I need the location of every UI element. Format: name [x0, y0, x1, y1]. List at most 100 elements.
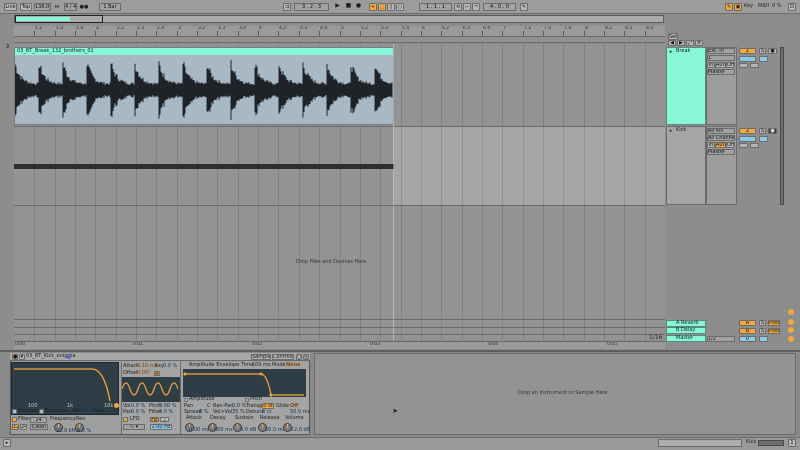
lfo-power-button[interactable]: [123, 417, 128, 422]
return-name-b[interactable]: B Delay: [676, 327, 695, 334]
volume-kick[interactable]: [739, 136, 756, 142]
return-solo-a[interactable]: S: [759, 320, 766, 326]
arrangement-view-button[interactable]: ⤢: [686, 40, 694, 46]
play-icon[interactable]: ▶: [333, 2, 342, 12]
monitor-auto-kick[interactable]: Auto: [715, 142, 726, 148]
master-name[interactable]: Master: [676, 335, 693, 342]
break-clip-header[interactable]: 03_BT_Break_132_brothers_01: [15, 48, 393, 55]
pan-break[interactable]: [759, 56, 768, 62]
arm-button-break[interactable]: ●: [768, 48, 777, 54]
capture-button[interactable]: ○: [396, 3, 404, 11]
device-preset-icon[interactable]: [67, 355, 71, 359]
send-a-kick[interactable]: [739, 143, 748, 148]
lfo-pan-value[interactable]: 0.0 %: [131, 409, 145, 416]
input-type-kick[interactable]: All Ins: [707, 128, 735, 134]
filter-power-button[interactable]: [12, 417, 17, 422]
time-ruler[interactable]: 0:00 0:01 0:02 0:03 0:04 0:05: [14, 341, 665, 349]
monitor-in-break[interactable]: In: [707, 62, 715, 68]
return-solo-b[interactable]: S: [759, 328, 766, 334]
track-header-break[interactable]: ▸ Break: [666, 47, 706, 125]
master-volume[interactable]: 0: [739, 336, 756, 342]
track-fold-icon[interactable]: ▸: [668, 127, 674, 134]
input-channel-kick[interactable]: All Channels: [707, 135, 735, 141]
track-activator-break[interactable]: 1: [739, 48, 756, 54]
device-save-button[interactable]: ○: [296, 354, 302, 360]
key-map-icon[interactable]: ✎: [725, 3, 733, 11]
filter-vel-value[interactable]: 0.0 %: [80, 408, 94, 415]
volume-break[interactable]: [739, 56, 756, 62]
metronome-icon[interactable]: ●●: [79, 3, 89, 11]
controls-tab[interactable]: Controls: [272, 354, 294, 360]
time-signature-field[interactable]: 4 / 4: [64, 3, 77, 11]
filter-type-24[interactable]: 24: [20, 424, 27, 430]
device-power-button[interactable]: ●: [12, 354, 18, 360]
monitor-auto-break[interactable]: Auto: [715, 62, 726, 68]
session-view-button[interactable]: ≡: [695, 40, 703, 46]
pitch-toggle[interactable]: [245, 398, 249, 402]
sends-dot[interactable]: [788, 327, 794, 333]
return-track-a[interactable]: A Reverb: [666, 320, 706, 327]
envelope-toggle[interactable]: [39, 409, 44, 414]
pan-kick[interactable]: [759, 136, 768, 142]
key-map-button[interactable]: ▣: [734, 3, 742, 11]
amplitude-toggle[interactable]: [184, 398, 188, 402]
loop-brace[interactable]: [14, 37, 665, 43]
solo-button-kick[interactable]: S: [759, 128, 766, 134]
amp-mode-value[interactable]: None: [286, 362, 301, 369]
stop-icon[interactable]: ■: [344, 2, 353, 12]
midi-map-label[interactable]: MIDI: [758, 3, 769, 10]
overdub-button[interactable]: +: [369, 3, 377, 11]
link-button[interactable]: Link: [4, 3, 17, 11]
lfo-rate-field[interactable]: 1.00 Hz: [150, 424, 172, 430]
punch-out-button[interactable]: ¬: [472, 3, 480, 11]
sample-tab[interactable]: Sample: [251, 354, 271, 360]
lfo-display[interactable]: [122, 377, 180, 402]
scroll-icon[interactable]: ⇕: [3, 43, 12, 51]
send-b-break[interactable]: [750, 63, 759, 68]
output-kick[interactable]: Master: [707, 149, 735, 155]
track-activator-kick[interactable]: 2: [739, 128, 756, 134]
device-hotswap-button[interactable]: ⎘: [303, 354, 309, 360]
device-fold-button[interactable]: ▾: [19, 354, 25, 360]
lfo-key-value[interactable]: 0.0 %: [163, 363, 177, 370]
track-fold-icon[interactable]: ▸: [668, 48, 674, 55]
solo-button-break[interactable]: S: [759, 48, 766, 54]
overview-visible-range[interactable]: [15, 15, 103, 23]
lfo-hz-button[interactable]: Hz: [150, 417, 159, 422]
re-enable-automation-button[interactable]: ▯: [387, 3, 395, 11]
return-track-b[interactable]: B Delay: [666, 327, 706, 334]
track-delay-dot[interactable]: [788, 309, 794, 315]
send-b-kick[interactable]: [750, 143, 759, 148]
input-type-break[interactable]: Ext. In: [707, 48, 735, 54]
lfo-shape-dropdown[interactable]: ∿ ▾: [123, 424, 145, 430]
return-name-a[interactable]: A Reverb: [676, 320, 699, 327]
amp-envelope-display[interactable]: [183, 369, 306, 397]
monitor-off-kick[interactable]: Off: [726, 142, 735, 148]
filter-key-value[interactable]: 0.0 %: [103, 408, 117, 415]
draw-mode-button[interactable]: ✎: [520, 3, 528, 11]
master-input[interactable]: 1/2: [707, 336, 735, 342]
return-post-b[interactable]: Post: [768, 328, 780, 334]
input-channel-break[interactable]: 1: [707, 55, 735, 61]
lfo-retrigger-button[interactable]: R: [154, 371, 160, 376]
lfo-offset-value[interactable]: 0.00°: [137, 370, 151, 377]
return-post-a[interactable]: Post: [768, 320, 780, 326]
arm-button-kick[interactable]: ●: [768, 128, 777, 134]
track-header-kick[interactable]: ▸ Kick: [666, 126, 706, 205]
loop-switch-button[interactable]: ⟲: [454, 3, 462, 11]
lfo-filter-value[interactable]: 0.0 %: [159, 409, 173, 416]
loop-start-field[interactable]: 1 . 1 . 1: [419, 3, 452, 11]
next-locator-button[interactable]: ▶: [677, 40, 685, 46]
frequency-toggle[interactable]: [12, 409, 17, 414]
filter-type-lp[interactable]: 12: [12, 424, 19, 430]
output-break[interactable]: Master: [707, 69, 735, 75]
master-track[interactable]: Master: [666, 335, 706, 342]
tap-button[interactable]: Tap: [20, 3, 32, 11]
loop-length-field[interactable]: 4 . 0 . 0: [483, 3, 516, 11]
beat-ruler[interactable]: 1.2 1.3 1.4 2 2.2 2.3 2.4 3 3.2 3.3 3.4 4 4.2 4.3 4.4 5…: [14, 26, 665, 37]
clip-overview-mini[interactable]: [658, 439, 742, 447]
quantize-dropdown[interactable]: 1 Bar: [99, 3, 121, 11]
overview-bar[interactable]: [14, 15, 664, 23]
return-activator-b[interactable]: B: [739, 328, 756, 334]
set-button[interactable]: Set: [668, 33, 678, 40]
